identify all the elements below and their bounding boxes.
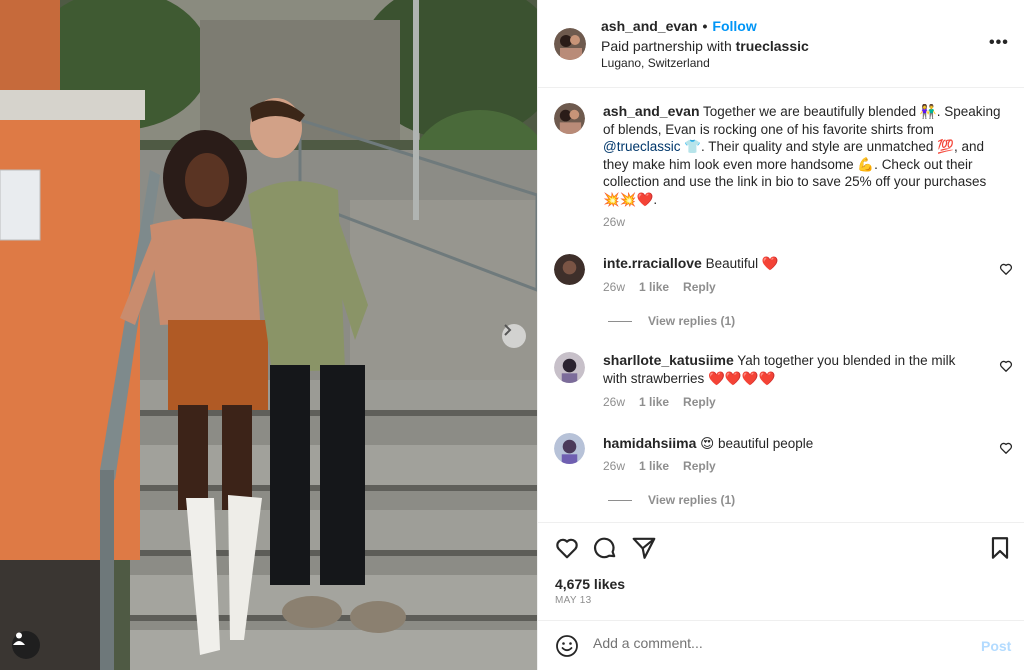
comment-item: hamidahsiima 😍 beautiful people	[603, 435, 983, 453]
comment-likes[interactable]: 1 like	[639, 280, 669, 294]
comment-input[interactable]	[593, 635, 953, 651]
user-tag-icon	[13, 632, 25, 645]
comment-like-heart-icon[interactable]	[999, 359, 1013, 373]
post-photo[interactable]	[0, 0, 537, 670]
author-avatar[interactable]	[554, 28, 586, 60]
comment-likes[interactable]: 1 like	[639, 459, 669, 473]
more-icon: •••	[989, 34, 1009, 51]
comment-avatar[interactable]	[554, 433, 585, 464]
comment-username[interactable]: inte.rraciallove	[603, 255, 702, 271]
chevron-right-icon	[504, 324, 512, 336]
comment-text: Beautiful ❤️	[701, 256, 779, 271]
comment-composer: Post	[538, 620, 1024, 670]
comment-likes[interactable]: 1 like	[639, 395, 669, 409]
post-comment-button[interactable]: Post	[981, 638, 1011, 654]
post-caption: ash_and_evan Together we are beautifully…	[603, 103, 1001, 207]
author-username[interactable]: ash_and_evan	[601, 18, 698, 34]
comment-time[interactable]: 26w	[603, 395, 625, 409]
reply-button[interactable]: Reply	[683, 459, 716, 473]
comment-item: sharllote_katusiime Yah together you ble…	[603, 352, 983, 387]
location-link[interactable]: Lugano, Switzerland	[601, 56, 710, 70]
actions-divider	[538, 522, 1024, 523]
mention-link[interactable]: @trueclassic	[603, 139, 680, 154]
caption-avatar[interactable]	[554, 103, 585, 134]
emoji-icon[interactable]	[555, 634, 579, 658]
comment-meta: 26w 1 like Reply	[603, 459, 730, 473]
comment-meta: 26w 1 like Reply	[603, 280, 730, 294]
comment-avatar[interactable]	[554, 254, 585, 285]
post-photo-image	[0, 0, 537, 670]
comment-time[interactable]: 26w	[603, 280, 625, 294]
reply-button[interactable]: Reply	[683, 280, 716, 294]
heart-icon[interactable]	[554, 535, 580, 561]
post-date: MAY 13	[555, 595, 592, 606]
caption-timestamp[interactable]: 26w	[603, 215, 625, 229]
comment-like-heart-icon[interactable]	[999, 262, 1013, 276]
comment-username[interactable]: hamidahsiima	[603, 435, 696, 451]
reply-button[interactable]: Reply	[683, 395, 716, 409]
comment-username[interactable]: sharllote_katusiime	[603, 352, 734, 368]
comment-like-heart-icon[interactable]	[999, 441, 1013, 455]
comment-avatar[interactable]	[554, 352, 585, 383]
partnership-label: Paid partnership with trueclassic	[601, 38, 809, 54]
tagged-users-button[interactable]	[12, 631, 40, 659]
bookmark-icon[interactable]	[987, 535, 1013, 561]
post-header: ash_and_evan • Follow Paid partnership wit…	[538, 0, 1024, 88]
next-photo-button[interactable]	[502, 324, 526, 348]
author-line: ash_and_evan • Follow	[601, 18, 757, 34]
post-details-panel: ash_and_evan • Follow Paid partnership wit…	[537, 0, 1024, 670]
view-replies-button[interactable]: View replies (1)	[608, 314, 735, 328]
comment-icon[interactable]	[592, 535, 618, 561]
comment-meta: 26w 1 like Reply	[603, 395, 730, 409]
more-options-button[interactable]: •••	[989, 34, 1009, 52]
follow-button[interactable]: Follow	[712, 18, 756, 34]
likes-count[interactable]: 4,675 likes	[555, 576, 625, 592]
comment-item: inte.rraciallove Beautiful ❤️	[603, 255, 983, 273]
view-replies-button[interactable]: View replies (1)	[608, 493, 735, 507]
share-icon[interactable]	[631, 535, 657, 561]
comment-text: 😍 beautiful people	[696, 436, 814, 451]
caption-username[interactable]: ash_and_evan	[603, 103, 700, 119]
partner-link[interactable]: trueclassic	[736, 38, 809, 54]
comment-time[interactable]: 26w	[603, 459, 625, 473]
